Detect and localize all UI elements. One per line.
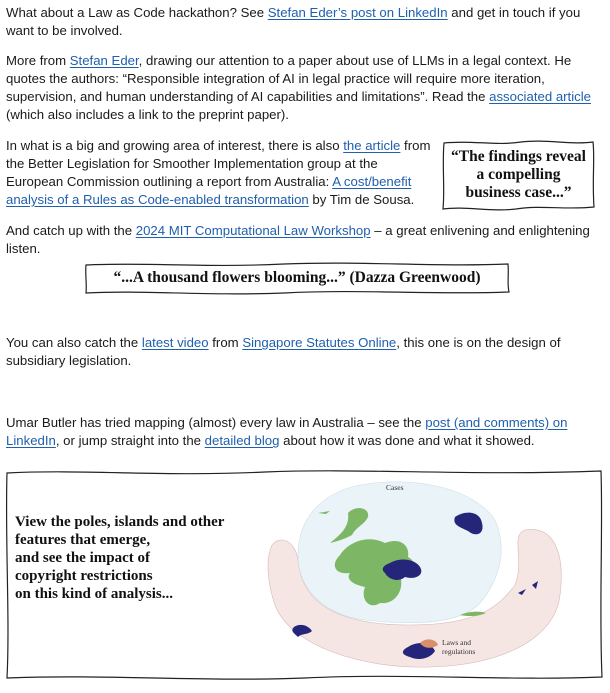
- detailed-blog-link[interactable]: detailed blog: [205, 433, 280, 448]
- cost-benefit-paragraph: In what is a big and growing area of int…: [6, 137, 431, 209]
- business-case-callout: “The findings reveal a compelling busine…: [441, 139, 596, 211]
- business-case-quote: “The findings reveal a compelling busine…: [441, 148, 596, 202]
- the-article-link[interactable]: the article: [343, 138, 400, 153]
- laws-label-line1: Laws and: [442, 638, 471, 647]
- law-mapping-paragraph: Umar Butler has tried mapping (almost) e…: [6, 414, 606, 450]
- cases-label: Cases: [386, 483, 404, 492]
- quote-line: a compelling: [476, 166, 561, 183]
- text: , or jump straight into the: [55, 433, 205, 448]
- llm-paper-paragraph: More from Stefan Eder, drawing our atten…: [6, 52, 610, 124]
- text: Umar Butler has tried mapping (almost) e…: [6, 415, 426, 430]
- stefan-eder-link[interactable]: Stefan Eder: [70, 53, 139, 68]
- caption-line: copyright restrictions: [15, 568, 153, 584]
- law-map-image: Cases Laws and regulations: [267, 481, 562, 668]
- latest-video-link[interactable]: latest video: [142, 335, 209, 350]
- quote-line: business case...”: [465, 184, 572, 201]
- caption-line: View the poles, islands and other: [15, 514, 225, 530]
- quote-line: “The findings reveal: [451, 148, 586, 165]
- text: And catch up with the: [6, 223, 136, 238]
- caption-line: and see the impact of: [15, 550, 150, 566]
- text: In what is a big and growing area of int…: [6, 138, 344, 153]
- hackathon-paragraph: What about a Law as Code hackathon? See …: [6, 4, 606, 40]
- associated-article-link[interactable]: associated article: [489, 89, 591, 104]
- singapore-statutes-online-link[interactable]: Singapore Statutes Online: [242, 335, 396, 350]
- text: (which also includes a link to the prepr…: [6, 107, 289, 122]
- caption-line: features that emerge,: [15, 532, 151, 548]
- mit-workshop-link[interactable]: 2024 MIT Computational Law Workshop: [136, 223, 371, 238]
- map-caption: View the poles, islands and other featur…: [15, 513, 224, 603]
- stefan-eder-linkedin-post-link[interactable]: Stefan Eder’s post on LinkedIn: [268, 5, 448, 20]
- text: from: [208, 335, 243, 350]
- text: What about a Law as Code hackathon? See: [6, 5, 268, 20]
- flowers-callout: “...A thousand flowers blooming...” (Daz…: [84, 262, 510, 295]
- flowers-quote: “...A thousand flowers blooming...” (Daz…: [113, 269, 481, 286]
- singapore-video-paragraph: You can also catch the latest video from…: [6, 334, 606, 370]
- text: about how it was done and what it showed…: [279, 433, 535, 448]
- law-map-panel: View the poles, islands and other featur…: [5, 469, 605, 681]
- text: More from: [6, 53, 70, 68]
- text: by Tim de Sousa.: [308, 192, 415, 207]
- caption-line: on this kind of analysis...: [15, 586, 173, 602]
- laws-label-line2: regulations: [442, 647, 475, 656]
- text: You can also catch the: [6, 335, 142, 350]
- mit-workshop-paragraph: And catch up with the 2024 MIT Computati…: [6, 222, 610, 258]
